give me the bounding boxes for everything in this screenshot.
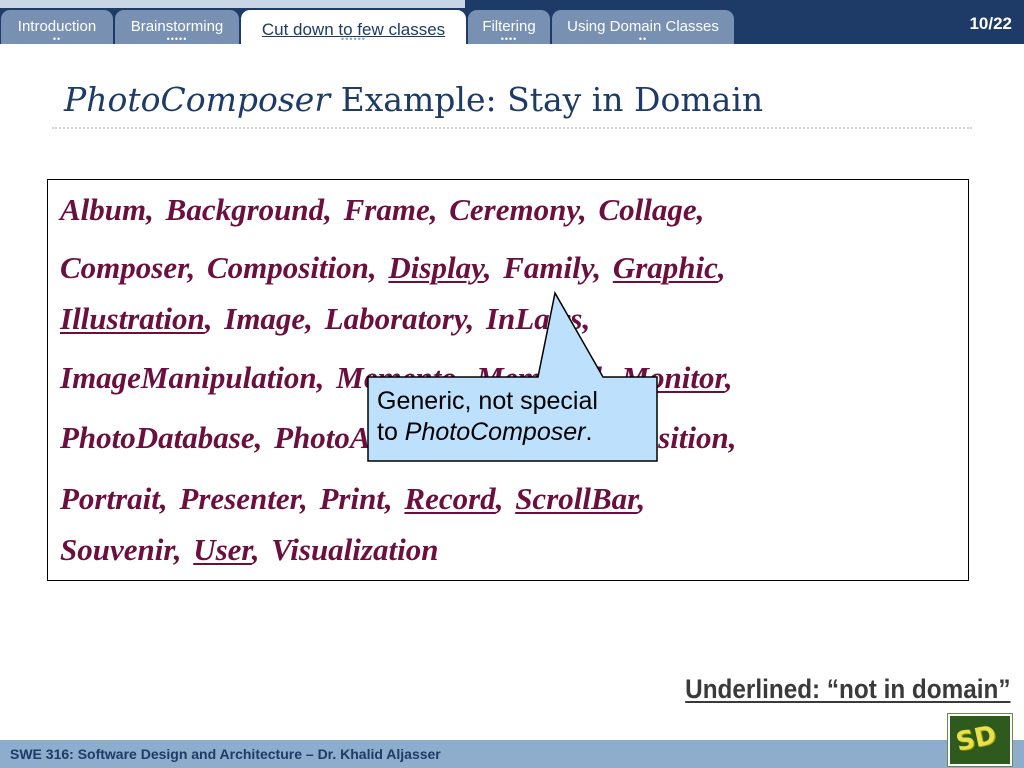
out-of-domain-class-name: User bbox=[193, 532, 252, 567]
title-divider bbox=[52, 127, 972, 129]
class-name-text: Souvenir, bbox=[60, 532, 194, 567]
tab-progress-dots: •••• bbox=[500, 34, 518, 44]
out-of-domain-class-name: Graphic bbox=[612, 250, 718, 285]
callout-italic: PhotoComposer bbox=[404, 418, 586, 446]
callout-line-2: to PhotoComposer. bbox=[377, 417, 647, 448]
callout-line-1: Generic, not special bbox=[377, 387, 598, 415]
class-name-text: , bbox=[724, 360, 733, 395]
tab-progress-dots: •••••• bbox=[341, 34, 366, 44]
class-line: Composer, Composition, Display, Family, … bbox=[60, 250, 726, 286]
tab-cut-down-to-few-classes[interactable]: Cut down to few classes •••••• bbox=[241, 10, 466, 44]
tab-introduction[interactable]: Introduction •• bbox=[1, 10, 113, 44]
logo-glyph: SD bbox=[953, 720, 999, 758]
class-line: Souvenir, User, Visualization bbox=[60, 532, 438, 568]
footer-text: SWE 316: Software Design and Architectur… bbox=[10, 746, 441, 762]
class-name-text: Portrait, Presenter, Print, bbox=[60, 481, 405, 516]
tab-using-domain-classes[interactable]: Using Domain Classes •• bbox=[552, 10, 734, 44]
out-of-domain-class-name: Illustration bbox=[60, 301, 205, 336]
out-of-domain-class-name: Display bbox=[388, 250, 484, 285]
class-name-text: , bbox=[717, 250, 726, 285]
class-name-text: , bbox=[495, 481, 516, 516]
tab-label: Introduction bbox=[17, 18, 97, 35]
tab-progress-dots: •• bbox=[638, 34, 648, 44]
tab-filtering[interactable]: Filtering •••• bbox=[468, 10, 550, 44]
page-number: 10/22 bbox=[969, 14, 1012, 33]
callout-text: Generic, not special to PhotoComposer. bbox=[377, 386, 647, 448]
class-name-text: , Image, Laboratory, InLaws, bbox=[204, 301, 591, 336]
out-of-domain-class-name: ScrollBar bbox=[515, 481, 638, 516]
course-logo: SD bbox=[948, 714, 1012, 766]
callout-prefix: to bbox=[377, 418, 405, 446]
class-name-text: Album, Background, Frame, Ceremony, Coll… bbox=[60, 192, 705, 227]
title-rest: Example: Stay in Domain bbox=[330, 80, 764, 119]
class-name-text: , Family, bbox=[483, 250, 613, 285]
out-of-domain-class-name: Record bbox=[404, 481, 496, 516]
tab-label: Filtering bbox=[482, 18, 536, 35]
tab-label: Using Domain Classes bbox=[567, 18, 719, 35]
class-line: Illustration, Image, Laboratory, InLaws, bbox=[60, 301, 590, 337]
title-italic-part: PhotoComposer bbox=[64, 80, 331, 119]
tab-progress-dots: •• bbox=[52, 34, 62, 44]
nav-progress-strip bbox=[0, 0, 465, 8]
class-list-box: Album, Background, Frame, Ceremony, Coll… bbox=[47, 179, 969, 581]
tab-label: Brainstorming bbox=[130, 18, 224, 35]
slide-title: PhotoComposer Example: Stay in Domain bbox=[64, 80, 763, 119]
callout-suffix: . bbox=[585, 418, 593, 446]
class-name-text: , Visualization bbox=[251, 532, 439, 567]
tab-brainstorming[interactable]: Brainstorming ••••• bbox=[115, 10, 239, 44]
class-line: Album, Background, Frame, Ceremony, Coll… bbox=[60, 192, 704, 228]
class-name-text: , bbox=[637, 481, 646, 516]
tab-progress-dots: ••••• bbox=[166, 34, 188, 44]
class-line: Portrait, Presenter, Print, Record, Scro… bbox=[60, 481, 645, 517]
underline-legend-note: Underlined: “not in domain” bbox=[684, 674, 1010, 704]
class-name-text: Composer, Composition, bbox=[60, 250, 389, 285]
